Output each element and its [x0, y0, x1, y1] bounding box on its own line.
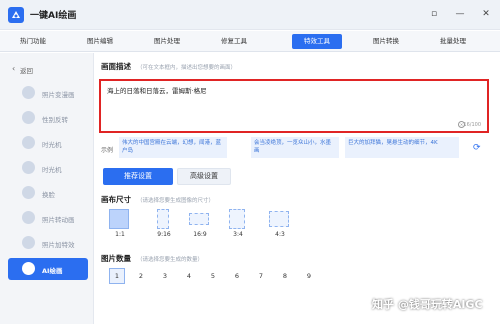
animation-icon	[22, 211, 35, 224]
app-title: 一键AI绘画	[30, 11, 77, 21]
sidebar-item-label: 性别反转	[42, 116, 68, 124]
settings-window-icon[interactable]: ▫	[428, 8, 440, 20]
count-option[interactable]: 7	[253, 268, 269, 284]
tab-bar: 热门功能 图片编辑 图片处理 修复工具 特效工具 图片转换 批量处理	[0, 31, 500, 52]
tab-repair-tools[interactable]: 修复工具	[209, 34, 259, 49]
tab-image-edit[interactable]: 图片编辑	[75, 34, 125, 49]
close-icon[interactable]: ✕	[480, 8, 492, 20]
count-option[interactable]: 2	[133, 268, 149, 284]
size-label: 16:9	[193, 231, 207, 238]
sidebar-item-photo-to-animation[interactable]: 照片转动画	[8, 207, 88, 229]
tab-image-convert[interactable]: 图片转换	[361, 34, 411, 49]
count-option[interactable]: 3	[157, 268, 173, 284]
count-option[interactable]: 8	[277, 268, 293, 284]
ratio-portrait-icon	[157, 209, 169, 229]
size-option-16-9[interactable]: 16:9	[189, 209, 211, 243]
tab-batch-process[interactable]: 批量处理	[428, 34, 478, 49]
example-chip[interactable]: 巨大的加拜猫，晃悬生动的细节，4K	[345, 137, 459, 158]
sidebar-item-time-machine[interactable]: 时光机	[8, 132, 88, 154]
size-option-9-16[interactable]: 9:16	[153, 209, 175, 243]
sidebar-item-ai-painting[interactable]: AI绘画	[8, 258, 88, 280]
face-icon	[22, 186, 35, 199]
image-count-hint: （请选择您要生成的数量）	[137, 257, 204, 263]
ratio-landscape-icon	[189, 213, 209, 225]
watermark: 知乎 @钱哥玩转AIGC	[372, 298, 483, 311]
image-count-title: 图片数量	[101, 254, 131, 263]
char-counter: 16/100	[463, 122, 481, 128]
count-option[interactable]: 4	[181, 268, 197, 284]
recommended-settings-button[interactable]: 推荐设置	[103, 168, 173, 185]
sidebar-item-label: 照片变漫画	[42, 91, 75, 99]
ratio-portrait-icon	[229, 209, 245, 229]
chevron-left-icon[interactable]: ‹	[12, 64, 15, 73]
app-logo-icon	[8, 7, 24, 23]
size-label: 1:1	[115, 231, 125, 238]
ratio-square-icon	[109, 209, 129, 229]
sidebar-item-gender-swap[interactable]: 性别反转	[8, 107, 88, 129]
count-option[interactable]: 5	[205, 268, 221, 284]
refresh-icon[interactable]: ⟳	[473, 143, 483, 153]
canvas-size-hint: （请选择您要生成图像的尺寸）	[137, 198, 215, 204]
count-option[interactable]: 6	[229, 268, 245, 284]
tab-hot-features[interactable]: 热门功能	[8, 34, 58, 49]
sidebar-item-time-machine-2[interactable]: 时光机	[8, 157, 88, 179]
sidebar-item-face-swap[interactable]: 换脸	[8, 182, 88, 204]
sidebar: ‹ 返回 照片变漫画 性别反转 时光机 时光机 换脸 照片转动画 照片加特效 A…	[0, 53, 94, 324]
size-option-3-4[interactable]: 3:4	[227, 209, 249, 243]
title-bar: 一键AI绘画 ▫ — ✕	[0, 0, 500, 30]
clock-icon	[22, 136, 35, 149]
tab-image-process[interactable]: 图片处理	[142, 34, 192, 49]
clock-icon	[22, 161, 35, 174]
sidebar-item-photo-effects[interactable]: 照片加特效	[8, 232, 88, 254]
gender-icon	[22, 111, 35, 124]
sidebar-item-photo-to-comic[interactable]: 照片变漫画	[8, 82, 88, 104]
back-button[interactable]: 返回	[20, 65, 33, 75]
sidebar-item-label: AI绘画	[42, 267, 63, 275]
sidebar-item-label: 照片转动画	[42, 216, 75, 224]
examples-label: 示例	[101, 147, 114, 154]
size-label: 9:16	[157, 231, 171, 238]
main-panel: 画面描述 （可在文本框内，描述出您想要的画面） 海上的日落和日落云，雷姆斯·格尼…	[95, 53, 500, 324]
size-label: 3:4	[233, 231, 243, 238]
count-option[interactable]: 1	[109, 268, 125, 284]
sidebar-item-label: 换脸	[42, 191, 55, 199]
prompt-hint: （可在文本框内，描述出您想要的画面）	[137, 65, 237, 71]
comic-icon	[22, 86, 35, 99]
size-option-1-1[interactable]: 1:1	[109, 209, 131, 243]
canvas-size-title: 画布尺寸	[101, 195, 131, 204]
size-label: 4:3	[275, 231, 285, 238]
prompt-title: 画面描述	[101, 62, 131, 71]
ratio-landscape-icon	[269, 211, 289, 227]
sidebar-item-label: 照片加特效	[42, 241, 75, 249]
minimize-icon[interactable]: —	[454, 8, 466, 20]
size-option-4-3[interactable]: 4:3	[269, 209, 291, 243]
example-chip[interactable]: 会当凌绝顶，一览众山小，水墨画	[251, 137, 339, 158]
sidebar-item-label: 时光机	[42, 166, 62, 174]
effects-icon	[22, 236, 35, 249]
advanced-settings-button[interactable]: 高级设置	[177, 168, 231, 185]
example-chip[interactable]: 伟大的中国宫殿在云端，幻想，闻港，蓝户岛	[119, 137, 227, 158]
prompt-text: 海上的日落和日落云，雷姆斯·格尼	[107, 87, 207, 95]
ai-painting-icon	[22, 262, 35, 275]
tab-effect-tools[interactable]: 特效工具	[292, 34, 342, 49]
sidebar-item-label: 时光机	[42, 141, 62, 149]
prompt-textarea[interactable]: 海上的日落和日落云，雷姆斯·格尼 ✕ 16/100	[99, 79, 489, 133]
count-option[interactable]: 9	[301, 268, 317, 284]
